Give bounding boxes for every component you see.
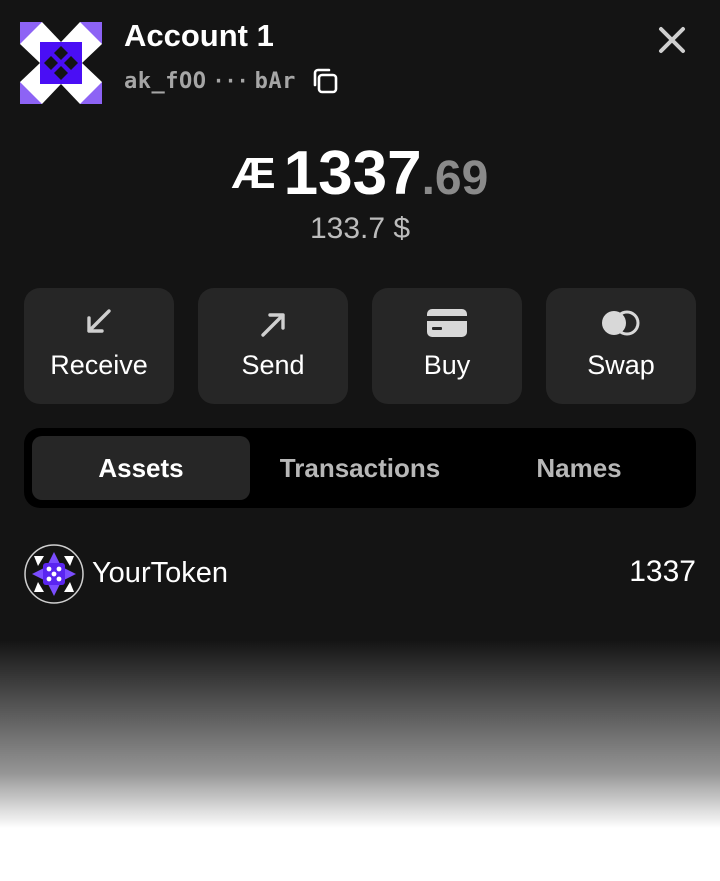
fiat-balance: 133.7 $ [309, 212, 411, 245]
card-icon [427, 309, 467, 337]
send-button[interactable]: Send [198, 288, 348, 404]
tab-assets[interactable]: Assets [32, 436, 250, 500]
address-row: ak_fOO ··· bAr [124, 66, 340, 96]
balance-integer: 1337 [283, 139, 422, 208]
token-amount: 1337 [629, 555, 696, 588]
buy-button[interactable]: Buy [372, 288, 522, 404]
swap-button[interactable]: Swap [546, 288, 696, 404]
account-header: Account 1 ak_fOO ··· bAr [0, 0, 720, 120]
asset-row[interactable]: YourToken 1337 [24, 543, 696, 605]
tab-bar: Assets Transactions Names [24, 428, 696, 508]
copy-icon[interactable] [310, 66, 340, 96]
address-end: bAr [254, 68, 296, 94]
send-label: Send [241, 350, 305, 380]
account-name: Account 1 [124, 18, 274, 53]
bottom-fade-overlay [0, 640, 720, 881]
receive-button[interactable]: Receive [24, 288, 174, 404]
address-ellipsis: ··· [212, 69, 249, 93]
balance-decimal: .69 [421, 152, 489, 205]
swap-icon [602, 310, 640, 336]
action-buttons: Receive Send Buy Swap [24, 288, 696, 404]
swap-label: Swap [587, 350, 655, 380]
token-name: YourToken [92, 557, 228, 589]
arrow-down-left-icon [87, 309, 111, 333]
arrow-up-right-icon [261, 313, 285, 337]
address-start: ak_fOO [124, 68, 207, 94]
tab-names[interactable]: Names [470, 436, 688, 500]
balance-amount: Æ 1337.69 [0, 138, 720, 209]
token-icon [24, 544, 84, 604]
tab-transactions[interactable]: Transactions [251, 436, 469, 500]
close-icon[interactable] [652, 20, 692, 60]
account-avatar[interactable] [20, 22, 102, 104]
buy-label: Buy [423, 350, 471, 380]
receive-label: Receive [50, 350, 148, 380]
currency-symbol: Æ [231, 149, 276, 198]
